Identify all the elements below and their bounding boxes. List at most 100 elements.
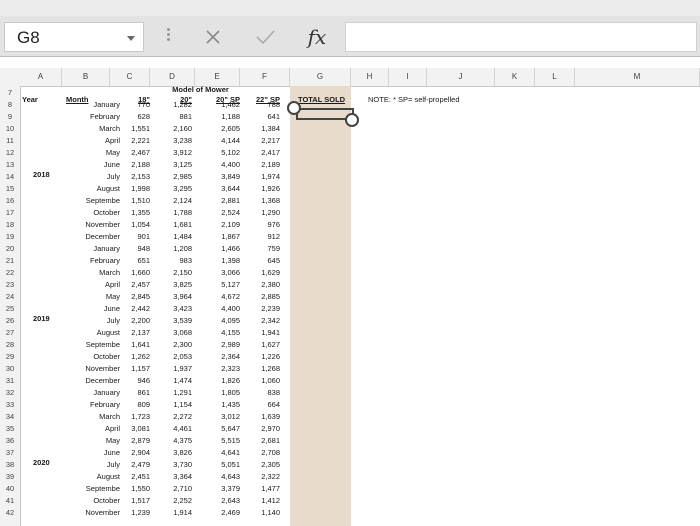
mower-18-cell[interactable]: 1,551 <box>120 124 150 134</box>
mower-22sp-cell[interactable]: 1,639 <box>242 412 280 422</box>
month-cell[interactable]: June <box>64 304 120 314</box>
mower-20sp-cell[interactable]: 4,144 <box>200 136 240 146</box>
mower-18-cell[interactable]: 809 <box>120 400 150 410</box>
month-cell[interactable]: April <box>64 136 120 146</box>
month-cell[interactable]: January <box>64 388 120 398</box>
year-label[interactable]: 2019 <box>33 314 50 324</box>
mower-22sp-cell[interactable]: 788 <box>242 100 280 110</box>
mower-18-cell[interactable]: 2,200 <box>120 316 150 326</box>
mower-20-cell[interactable]: 3,423 <box>160 304 192 314</box>
mower-22sp-cell[interactable]: 2,342 <box>242 316 280 326</box>
mower-18-cell[interactable]: 2,442 <box>120 304 150 314</box>
mower-20-cell[interactable]: 3,539 <box>160 316 192 326</box>
mower-20-cell[interactable]: 2,300 <box>160 340 192 350</box>
mower-18-cell[interactable]: 3,081 <box>120 424 150 434</box>
mower-20-cell[interactable]: 1,937 <box>160 364 192 374</box>
mower-20sp-cell[interactable]: 2,364 <box>200 352 240 362</box>
mower-18-cell[interactable]: 1,517 <box>120 496 150 506</box>
mower-18-cell[interactable]: 2,845 <box>120 292 150 302</box>
mower-22sp-cell[interactable]: 1,368 <box>242 196 280 206</box>
mower-20sp-cell[interactable]: 1,435 <box>200 400 240 410</box>
mower-18-cell[interactable]: 1,239 <box>120 508 150 518</box>
row-header[interactable]: 19 <box>0 232 20 242</box>
month-cell[interactable]: May <box>64 148 120 158</box>
mower-20-cell[interactable]: 3,964 <box>160 292 192 302</box>
row-header[interactable]: 27 <box>0 328 20 338</box>
month-cell[interactable]: January <box>64 100 120 110</box>
mower-20sp-cell[interactable]: 4,400 <box>200 304 240 314</box>
mower-20-cell[interactable]: 1,208 <box>160 244 192 254</box>
month-cell[interactable]: February <box>64 400 120 410</box>
mower-20sp-cell[interactable]: 5,102 <box>200 148 240 158</box>
column-header[interactable]: D <box>150 68 195 86</box>
mower-20-cell[interactable]: 3,295 <box>160 184 192 194</box>
mower-20-cell[interactable]: 1,154 <box>160 400 192 410</box>
mower-18-cell[interactable]: 1,998 <box>120 184 150 194</box>
mower-22sp-cell[interactable]: 1,268 <box>242 364 280 374</box>
month-cell[interactable]: May <box>64 292 120 302</box>
selection-handle-end[interactable] <box>345 113 359 127</box>
month-cell[interactable]: December <box>64 376 120 386</box>
mower-20-cell[interactable]: 3,068 <box>160 328 192 338</box>
mower-20-cell[interactable]: 2,053 <box>160 352 192 362</box>
mower-20-cell[interactable]: 881 <box>160 112 192 122</box>
mower-20sp-cell[interactable]: 4,672 <box>200 292 240 302</box>
mower-22sp-cell[interactable]: 1,627 <box>242 340 280 350</box>
mower-20-cell[interactable]: 3,826 <box>160 448 192 458</box>
month-cell[interactable]: March <box>64 268 120 278</box>
mower-20sp-cell[interactable]: 2,323 <box>200 364 240 374</box>
mower-18-cell[interactable]: 2,457 <box>120 280 150 290</box>
mower-18-cell[interactable]: 861 <box>120 388 150 398</box>
mower-20-cell[interactable]: 3,125 <box>160 160 192 170</box>
mower-18-cell[interactable]: 2,467 <box>120 148 150 158</box>
year-header[interactable]: Year <box>22 95 38 105</box>
mower-22sp-cell[interactable]: 1,290 <box>242 208 280 218</box>
mower-22sp-cell[interactable]: 912 <box>242 232 280 242</box>
more-options-icon[interactable] <box>165 26 171 48</box>
mower-20-cell[interactable]: 4,461 <box>160 424 192 434</box>
mower-18-cell[interactable]: 1,723 <box>120 412 150 422</box>
mower-20-cell[interactable]: 2,272 <box>160 412 192 422</box>
row-header[interactable]: 11 <box>0 136 20 146</box>
year-label[interactable]: 2020 <box>33 458 50 468</box>
mower-22sp-cell[interactable]: 2,305 <box>242 460 280 470</box>
row-header[interactable]: 18 <box>0 220 20 230</box>
mower-18-cell[interactable]: 1,550 <box>120 484 150 494</box>
row-header[interactable]: 28 <box>0 340 20 350</box>
mower-22sp-cell[interactable]: 1,974 <box>242 172 280 182</box>
column-header[interactable]: J <box>427 68 495 86</box>
month-cell[interactable]: Septembe <box>64 340 120 350</box>
month-cell[interactable]: April <box>64 280 120 290</box>
column-header[interactable]: A <box>20 68 62 86</box>
row-header[interactable]: 13 <box>0 160 20 170</box>
row-header[interactable]: 16 <box>0 196 20 206</box>
row-header[interactable]: 30 <box>0 364 20 374</box>
mower-22sp-cell[interactable]: 2,322 <box>242 472 280 482</box>
month-cell[interactable]: May <box>64 436 120 446</box>
mower-22sp-cell[interactable]: 645 <box>242 256 280 266</box>
row-header[interactable]: 35 <box>0 424 20 434</box>
row-header[interactable]: 34 <box>0 412 20 422</box>
mower-18-cell[interactable]: 651 <box>120 256 150 266</box>
mower-20-cell[interactable]: 3,825 <box>160 280 192 290</box>
mower-20sp-cell[interactable]: 4,095 <box>200 316 240 326</box>
mower-22sp-cell[interactable]: 1,926 <box>242 184 280 194</box>
month-cell[interactable]: April <box>64 424 120 434</box>
row-header[interactable]: 14 <box>0 172 20 182</box>
mower-18-cell[interactable]: 628 <box>120 112 150 122</box>
mower-18-cell[interactable]: 946 <box>120 376 150 386</box>
mower-22sp-cell[interactable]: 2,681 <box>242 436 280 446</box>
mower-22sp-cell[interactable]: 2,970 <box>242 424 280 434</box>
month-cell[interactable]: August <box>64 328 120 338</box>
row-header[interactable]: 41 <box>0 496 20 506</box>
row-header[interactable]: 20 <box>0 244 20 254</box>
mower-22sp-cell[interactable]: 1,384 <box>242 124 280 134</box>
mower-20-cell[interactable]: 2,124 <box>160 196 192 206</box>
mower-22sp-cell[interactable]: 2,380 <box>242 280 280 290</box>
row-header[interactable]: 22 <box>0 268 20 278</box>
mower-20sp-cell[interactable]: 1,398 <box>200 256 240 266</box>
mower-18-cell[interactable]: 948 <box>120 244 150 254</box>
cancel-icon[interactable] <box>198 22 228 52</box>
mower-20-cell[interactable]: 983 <box>160 256 192 266</box>
row-header[interactable]: 12 <box>0 148 20 158</box>
